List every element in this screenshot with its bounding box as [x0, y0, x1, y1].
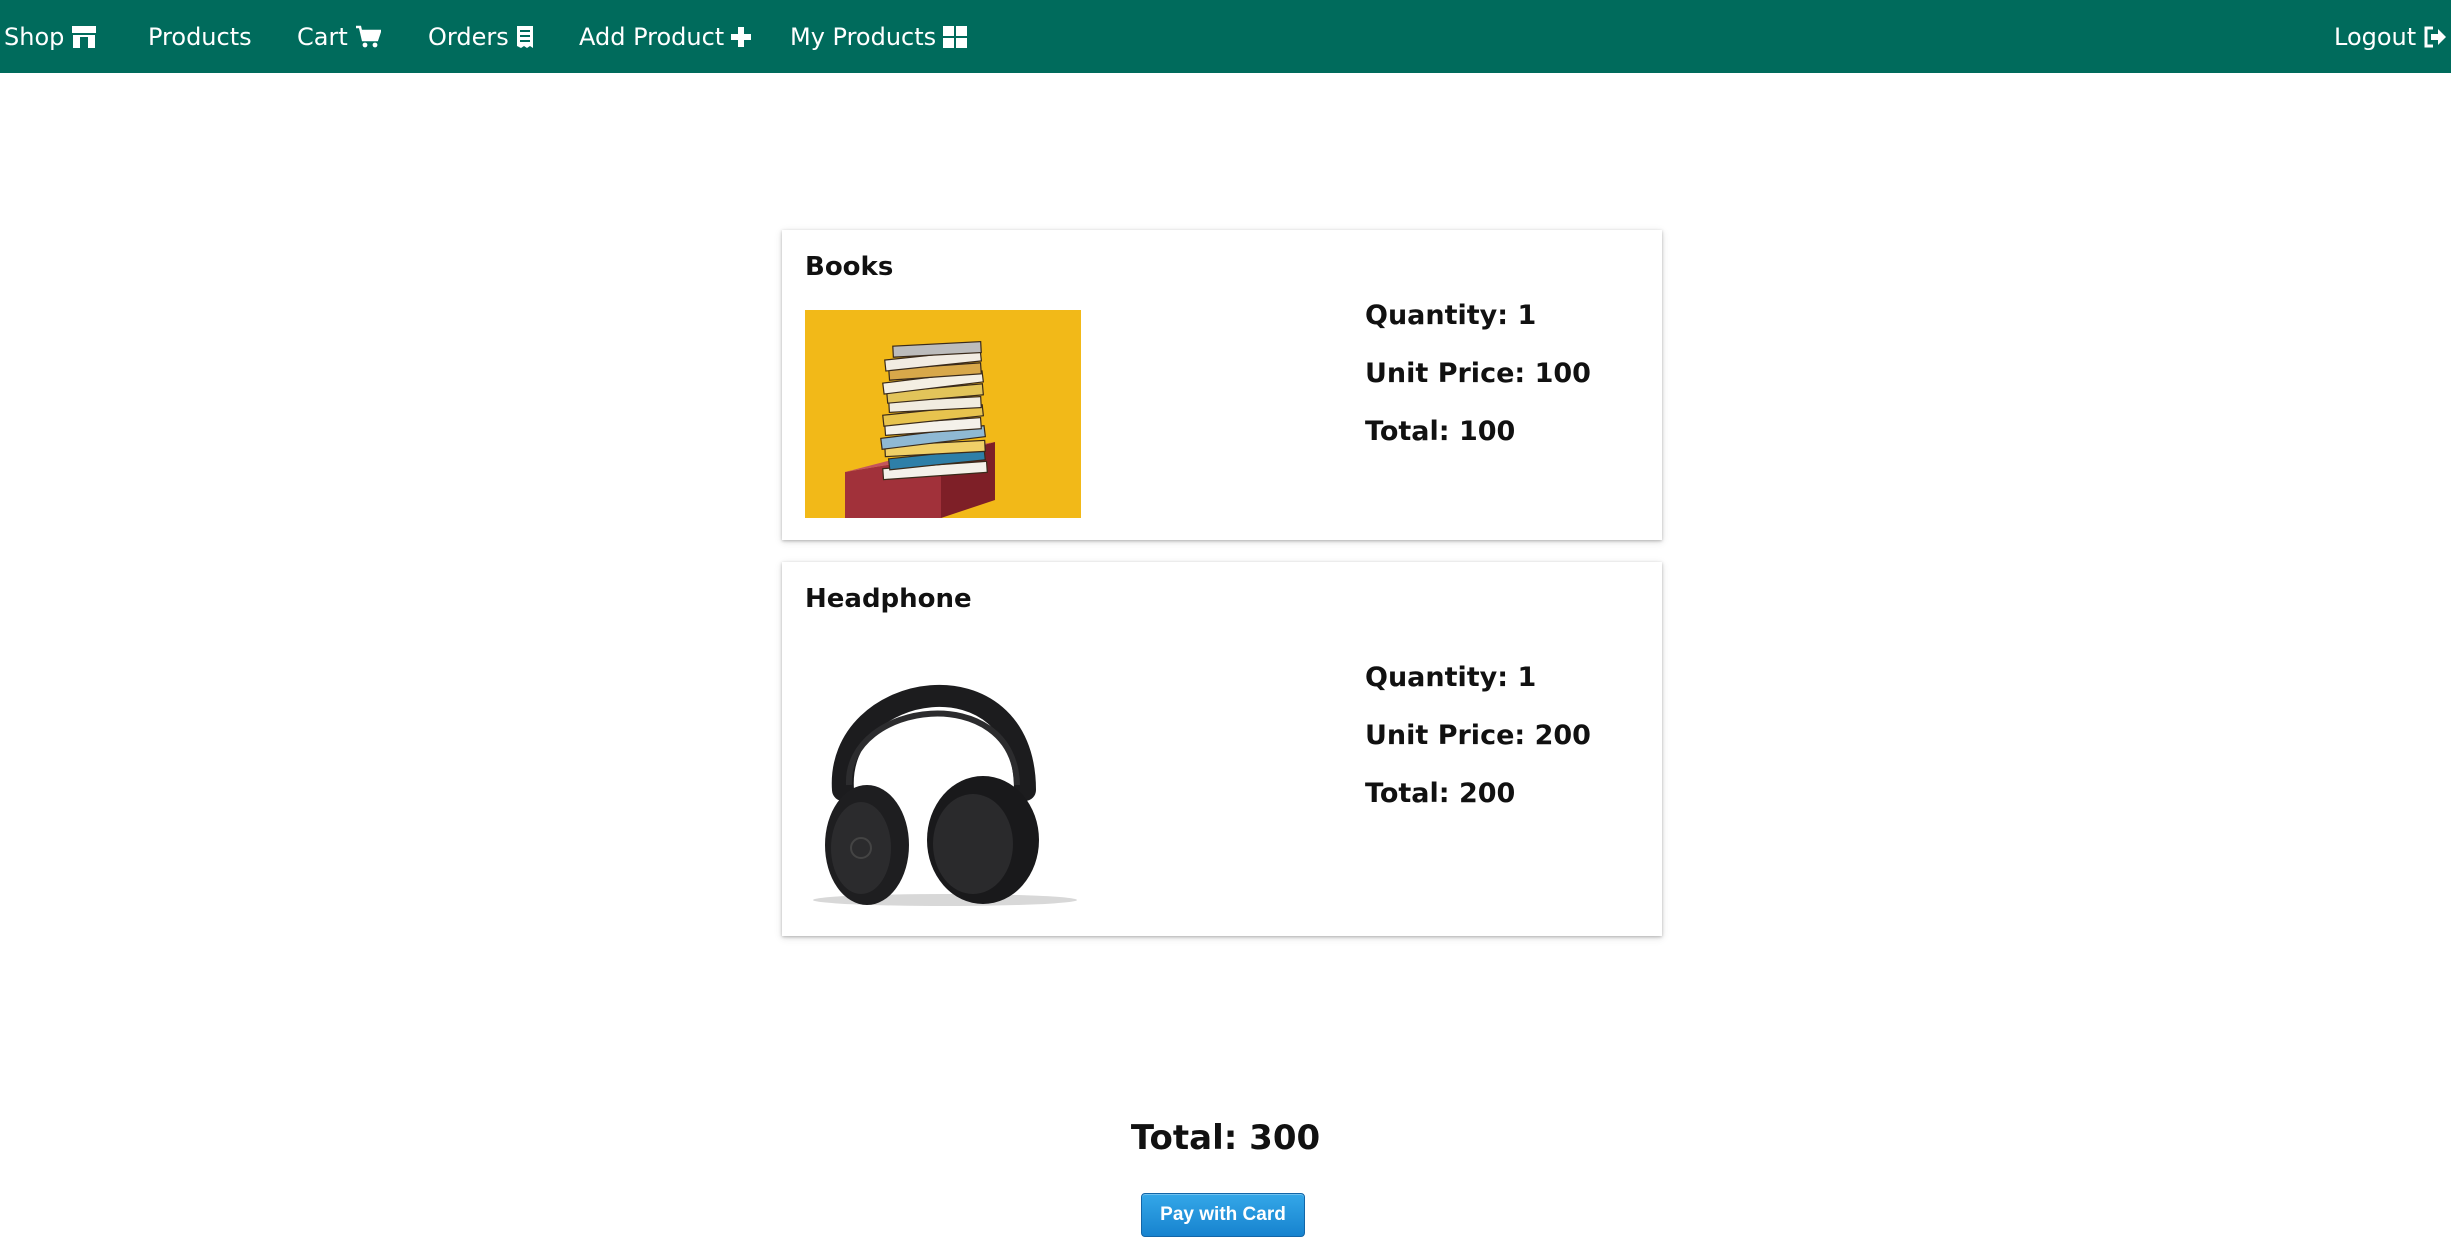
plus-icon [731, 26, 752, 47]
nav-my-products-link[interactable]: My Products [790, 0, 968, 73]
nav-shop-link[interactable]: Shop [4, 0, 97, 73]
nav-logout-label: Logout [2334, 22, 2417, 51]
navbar: Shop Products Cart Orders Add Product My… [0, 0, 2451, 73]
nav-shop-label: Shop [4, 22, 65, 51]
pay-with-card-button[interactable]: Pay with Card [1141, 1193, 1305, 1237]
cart-item-card: Books Quantity: 1 Unit Price: 100 Total:… [782, 230, 1662, 540]
receipt-icon [516, 25, 534, 49]
quantity-text: Quantity: 1 [1365, 662, 1537, 693]
item-total-text: Total: 100 [1365, 416, 1516, 447]
product-title: Books [805, 252, 894, 282]
cart-item-card: Headphone Quantity: 1 Unit Price: 200 To… [782, 562, 1662, 936]
nav-orders-label: Orders [428, 22, 509, 51]
unit-price-text: Unit Price: 100 [1365, 358, 1591, 389]
nav-cart-link[interactable]: Cart [297, 0, 381, 73]
product-title: Headphone [805, 584, 972, 614]
store-icon [71, 25, 97, 49]
nav-add-product-link[interactable]: Add Product [579, 0, 752, 73]
nav-products-link[interactable]: Products [148, 0, 252, 73]
nav-cart-label: Cart [297, 22, 348, 51]
item-total-text: Total: 200 [1365, 778, 1516, 809]
product-image [805, 310, 1081, 518]
nav-products-label: Products [148, 22, 252, 51]
product-image [805, 640, 1081, 914]
quantity-text: Quantity: 1 [1365, 300, 1537, 331]
nav-orders-link[interactable]: Orders [428, 0, 534, 73]
nav-add-product-label: Add Product [579, 22, 725, 51]
nav-my-products-label: My Products [790, 22, 937, 51]
cart-grand-total: Total: 300 [1130, 1118, 1321, 1158]
grid-icon [943, 25, 968, 48]
shopping-cart-icon [355, 25, 381, 49]
sign-out-icon [2423, 26, 2447, 48]
unit-price-text: Unit Price: 200 [1365, 720, 1591, 751]
nav-logout-link[interactable]: Logout [2334, 0, 2447, 73]
